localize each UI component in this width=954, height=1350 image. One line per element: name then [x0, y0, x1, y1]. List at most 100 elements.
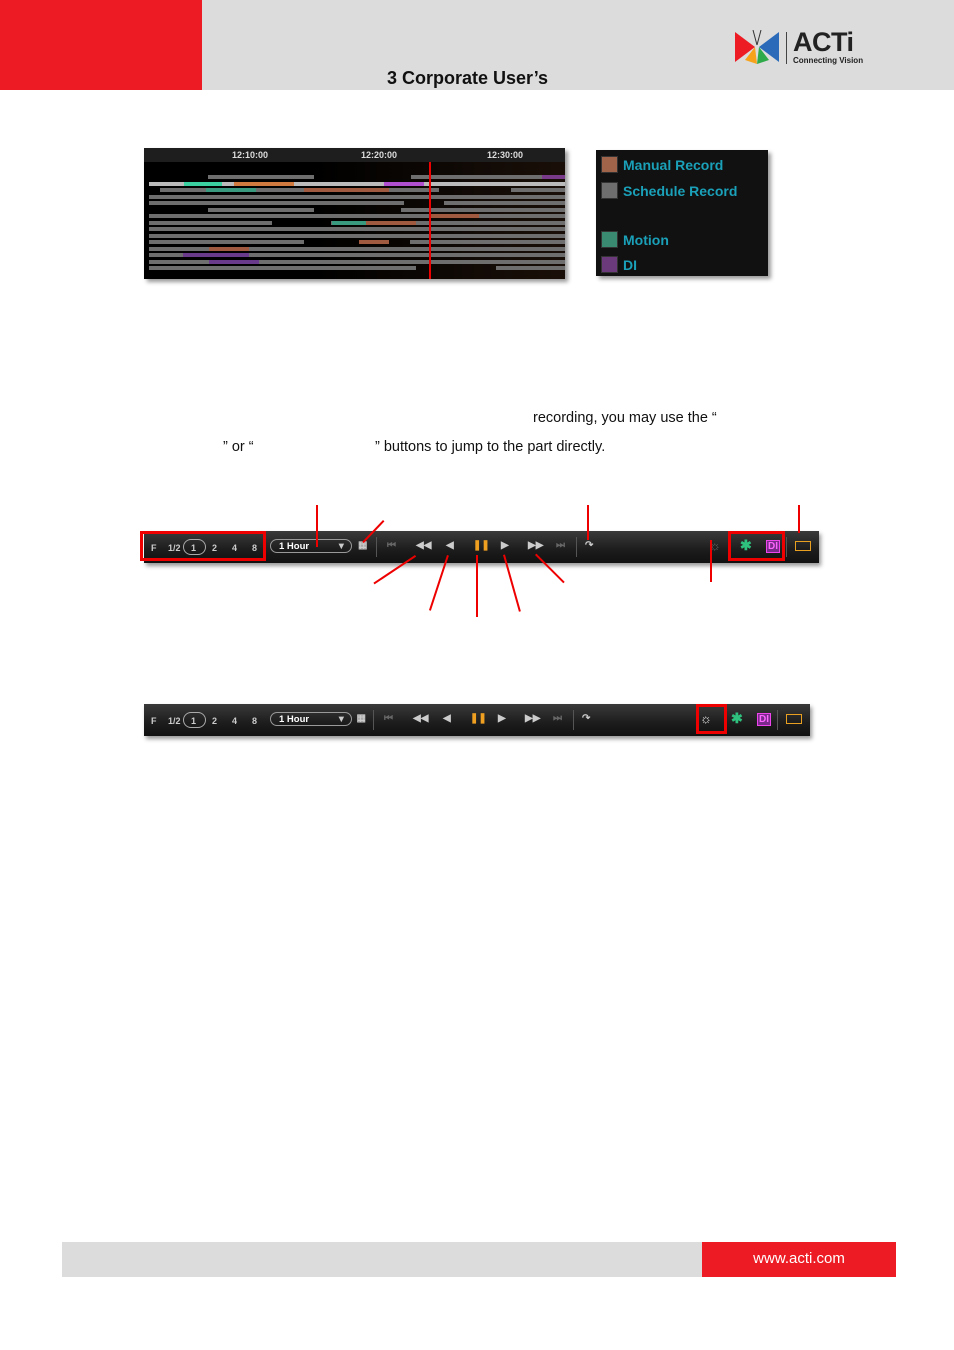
- timeline-header: 12:10:00 12:20:00 12:30:00: [144, 148, 565, 162]
- time-range-select[interactable]: 1 Hour ▼: [270, 712, 352, 726]
- step-back-icon[interactable]: ◀: [443, 713, 451, 724]
- timeline-image: 12:10:00 12:20:00 12:30:00: [144, 148, 565, 279]
- divider: [573, 710, 574, 730]
- jump-icon[interactable]: ↷: [585, 540, 593, 551]
- chevron-down-icon: ▼: [336, 541, 346, 552]
- time-tick: 12:30:00: [487, 150, 524, 160]
- calendar-icon[interactable]: ▦: [357, 713, 366, 724]
- jump-icon[interactable]: ↷: [582, 713, 590, 724]
- step-forward-icon[interactable]: ▶: [498, 713, 506, 724]
- speed-option-5[interactable]: 8: [252, 716, 257, 726]
- schedule-record-bar: [149, 220, 272, 225]
- highlight-speed: [140, 531, 266, 561]
- header-accent: [0, 0, 202, 90]
- legend-schedule-record: Schedule Record: [601, 182, 737, 199]
- event-bar: [429, 214, 479, 218]
- acti-logo-icon: [735, 30, 779, 64]
- callout-line: [798, 505, 800, 533]
- last-icon[interactable]: ⏭: [553, 713, 562, 724]
- schedule-record-bar: [496, 266, 565, 270]
- event-bar: [366, 220, 416, 225]
- fast-forward-icon[interactable]: ▶▶: [525, 713, 540, 724]
- schedule-record-bar: [149, 201, 404, 205]
- schedule-record-bar: [149, 240, 304, 244]
- callout-line: [503, 554, 521, 612]
- schedule-record-bar: [149, 214, 565, 218]
- divider: [777, 710, 778, 730]
- export-icon[interactable]: [786, 714, 802, 724]
- legend-manual-record: Manual Record: [601, 156, 723, 173]
- speed-option-3[interactable]: 2: [212, 716, 217, 726]
- legend-motion: Motion: [601, 231, 669, 248]
- speed-option-1[interactable]: 1/2: [168, 716, 181, 726]
- rewind-icon[interactable]: ◀◀: [416, 540, 431, 551]
- highlight-motion-di: [728, 531, 785, 561]
- playhead[interactable]: [429, 162, 431, 279]
- schedule-record-bar: [160, 188, 439, 192]
- speed-option-4[interactable]: 4: [232, 716, 237, 726]
- legend-swatch: [601, 256, 618, 273]
- legend-di: DI: [601, 256, 637, 273]
- footer-url[interactable]: www.acti.com: [702, 1242, 896, 1277]
- event-bar: [332, 220, 366, 225]
- schedule-record-bar: [149, 227, 565, 231]
- first-icon[interactable]: ⏮: [387, 540, 396, 551]
- schedule-record-bar: [401, 207, 565, 212]
- callout-line: [710, 540, 712, 582]
- event-bar: [209, 246, 249, 251]
- event-bar: [209, 259, 259, 264]
- di-filter-button[interactable]: DI: [757, 713, 771, 726]
- schedule-record-bar: [444, 201, 565, 205]
- schedule-record-bar: [511, 188, 565, 192]
- divider: [576, 537, 577, 557]
- chapter-title: 3 Corporate User’s: [387, 68, 549, 88]
- legend-label: Motion: [623, 231, 669, 248]
- legend-label: Manual Record: [623, 156, 724, 173]
- legend-swatch: [601, 231, 618, 248]
- callout-line: [587, 505, 589, 540]
- time-tick: 12:20:00: [361, 150, 398, 160]
- highlight-brightness: [696, 704, 727, 734]
- pause-icon[interactable]: ❚❚: [470, 713, 487, 724]
- legend-swatch: [601, 182, 618, 199]
- time-range-value: 1 Hour: [279, 541, 310, 552]
- event-bar: [206, 188, 256, 192]
- rewind-icon[interactable]: ◀◀: [413, 713, 428, 724]
- logo-divider: [786, 32, 787, 64]
- selected-speed-ring: [183, 712, 206, 728]
- event-bar: [542, 175, 565, 179]
- schedule-record-bar: [149, 233, 565, 238]
- schedule-record-bar: [149, 266, 416, 270]
- callout-line: [476, 555, 478, 617]
- document-page: 3 Corporate User’s ACTi Connecting Visio…: [0, 0, 954, 1350]
- time-range-value: 1 Hour: [279, 714, 310, 725]
- legend-image: Manual Record Schedule Record Motion DI: [596, 150, 768, 276]
- time-tick: 12:10:00: [232, 150, 269, 160]
- legend-label: DI: [623, 256, 637, 273]
- event-bar: [183, 253, 249, 257]
- speed-option-0[interactable]: F: [151, 716, 157, 726]
- event-bar: [384, 181, 424, 186]
- callout-line: [429, 555, 449, 611]
- schedule-record-bar: [208, 175, 314, 179]
- divider: [786, 537, 787, 557]
- last-icon[interactable]: ⏭: [556, 540, 565, 551]
- first-icon[interactable]: ⏮: [384, 713, 393, 724]
- event-bar: [304, 188, 389, 192]
- fast-forward-icon[interactable]: ▶▶: [528, 540, 543, 551]
- callout-line: [316, 505, 318, 547]
- pause-icon[interactable]: ❚❚: [473, 540, 490, 551]
- logo-text: ACTi: [793, 27, 854, 57]
- step-back-icon[interactable]: ◀: [446, 540, 454, 551]
- schedule-record-bar: [149, 194, 565, 199]
- export-icon[interactable]: [795, 541, 811, 551]
- step-forward-icon[interactable]: ▶: [501, 540, 509, 551]
- event-bar: [184, 181, 222, 186]
- motion-filter-icon[interactable]: ✱: [731, 710, 743, 727]
- time-range-select[interactable]: 1 Hour ▼: [270, 539, 352, 553]
- schedule-record-bar: [208, 207, 314, 212]
- body-text-line: recording, you may use the “: [533, 410, 717, 426]
- divider: [376, 537, 377, 557]
- schedule-record-bar: [410, 240, 565, 244]
- chevron-down-icon: ▼: [336, 714, 346, 725]
